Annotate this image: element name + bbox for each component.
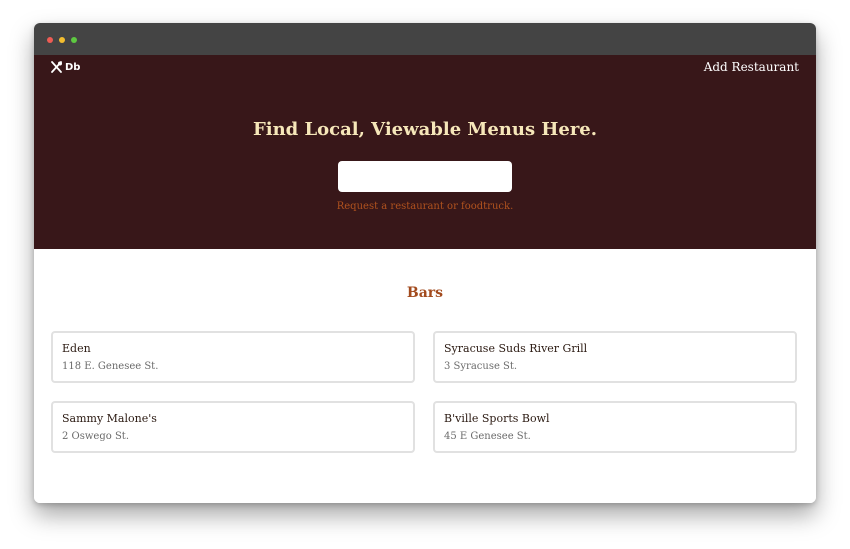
- logo-link[interactable]: Db: [50, 61, 80, 73]
- request-restaurant-link[interactable]: Request a restaurant or foodtruck.: [34, 201, 816, 212]
- search-input[interactable]: [338, 161, 512, 192]
- restaurant-card[interactable]: Sammy Malone's 2 Oswego St.: [51, 401, 415, 453]
- restaurant-name: Sammy Malone's: [62, 412, 157, 425]
- restaurant-section: Bars Eden 118 E. Genesee St. Syracuse Su…: [34, 249, 816, 503]
- restaurant-name: B'ville Sports Bowl: [444, 412, 550, 425]
- zoom-window-button[interactable]: [71, 37, 77, 43]
- restaurant-address: 2 Oswego St.: [62, 431, 129, 442]
- restaurant-address: 3 Syracuse St.: [444, 361, 518, 372]
- logo-text: Db: [65, 61, 81, 73]
- minimize-window-button[interactable]: [59, 37, 65, 43]
- page-title: Find Local, Viewable Menus Here.: [252, 119, 598, 140]
- browser-window: Db Add Restaurant Find Local, Viewable M…: [34, 23, 816, 503]
- section-title: Bars: [406, 285, 444, 301]
- restaurant-card[interactable]: Syracuse Suds River Grill 3 Syracuse St.: [433, 331, 797, 383]
- restaurant-name: Syracuse Suds River Grill: [444, 342, 588, 355]
- crossed-utensils-icon: [50, 61, 63, 73]
- restaurant-address: 118 E. Genesee St.: [62, 361, 159, 372]
- hero-banner: Db Add Restaurant Find Local, Viewable M…: [34, 55, 816, 249]
- title-bar: [34, 23, 816, 55]
- restaurant-name: Eden: [62, 342, 91, 355]
- restaurant-card[interactable]: Eden 118 E. Genesee St.: [51, 331, 415, 383]
- close-window-button[interactable]: [47, 37, 53, 43]
- restaurant-card[interactable]: B'ville Sports Bowl 45 E Genesee St.: [433, 401, 797, 453]
- restaurant-address: 45 E Genesee St.: [444, 431, 531, 442]
- add-restaurant-link[interactable]: Add Restaurant: [704, 60, 799, 74]
